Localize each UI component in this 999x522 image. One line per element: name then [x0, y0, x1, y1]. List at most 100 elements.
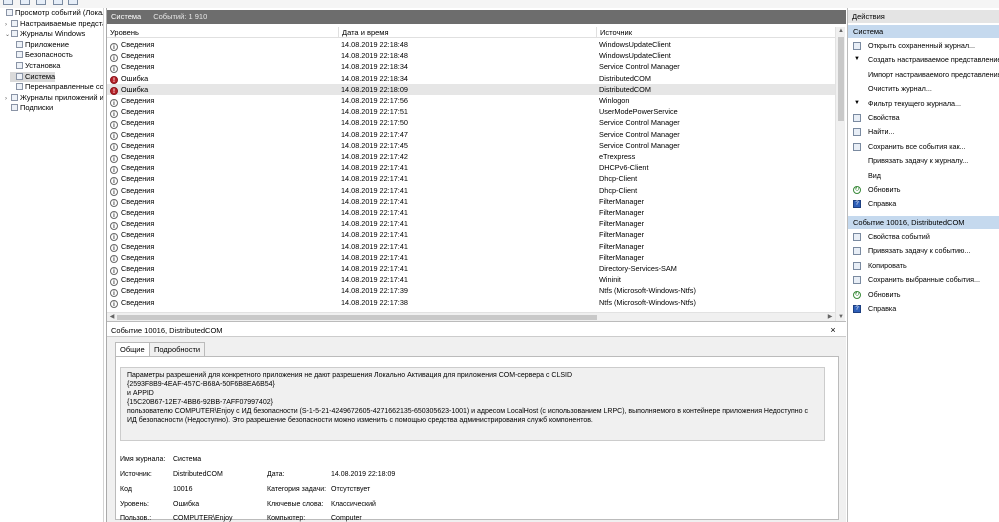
scroll-thumb[interactable]: [838, 37, 844, 121]
column-level[interactable]: Уровень: [107, 27, 339, 38]
tree-item[interactable]: Перенаправленные события: [10, 82, 103, 92]
back-icon[interactable]: [3, 0, 13, 5]
scroll-left-icon[interactable]: ◀: [107, 313, 117, 321]
source-cell: FilterManager: [599, 252, 645, 262]
action-item[interactable]: Сохранить все события как...: [848, 140, 999, 154]
action-item[interactable]: ? Справка: [848, 197, 999, 211]
tab-general[interactable]: Общие: [115, 342, 150, 357]
scroll-up-icon[interactable]: ▲: [836, 27, 846, 36]
navigation-tree: Просмотр событий (Локальный)›Настраиваем…: [0, 8, 104, 522]
folder-icon[interactable]: [20, 0, 30, 5]
scroll-down-icon[interactable]: ▼: [836, 313, 846, 321]
table-row[interactable]: i Сведения 14.08.2019 22:17:41 Dhcp-Client: [107, 173, 835, 185]
tree-item[interactable]: Просмотр событий (Локальный): [0, 8, 103, 18]
table-row[interactable]: i Сведения 14.08.2019 22:17:41 FilterManage…: [107, 196, 835, 208]
horizontal-scrollbar[interactable]: ◀ ▶: [107, 312, 835, 321]
table-row[interactable]: i Сведения 14.08.2019 22:17:56 Winlogon: [107, 95, 835, 107]
table-row[interactable]: i Сведения 14.08.2019 22:17:41 FilterManage…: [107, 229, 835, 241]
tree-item[interactable]: Подписки: [5, 103, 53, 113]
action-item[interactable]: Копировать: [848, 259, 999, 273]
action-item[interactable]: Найти...: [848, 125, 999, 139]
table-row[interactable]: i Сведения 14.08.2019 22:17:42 eTrexpress: [107, 151, 835, 163]
action-item[interactable]: Привязать задачу к журналу...: [848, 154, 999, 168]
action-item[interactable]: Свойства событий: [848, 230, 999, 244]
source-cell: FilterManager: [599, 219, 645, 229]
tree-item[interactable]: ⌄ Журналы Windows: [5, 29, 85, 39]
tree-view-icon[interactable]: [36, 0, 46, 5]
table-row[interactable]: i Сведения 14.08.2019 22:17:41 FilterManage…: [107, 252, 835, 264]
event-id-label: Код: [120, 486, 132, 493]
log-icon: [16, 83, 23, 91]
action-item[interactable]: ▼ Создать настраиваемое представление...: [848, 53, 999, 67]
hscroll-thumb[interactable]: [117, 315, 597, 320]
level-cell: ! Ошибка: [107, 84, 339, 96]
action-item[interactable]: Вид: [848, 169, 999, 183]
source-cell: DistributedCOM: [599, 84, 651, 94]
action-item[interactable]: Очистить журнал...: [848, 82, 999, 96]
event-message[interactable]: Параметры разрешений для конкретного при…: [120, 367, 825, 441]
source-cell: DHCPv6-Client: [599, 163, 649, 173]
level-text: Сведения: [121, 51, 155, 61]
table-row[interactable]: ! Ошибка 14.08.2019 22:18:09 DistributedCOM: [107, 83, 835, 96]
help-toolbar-icon[interactable]: [53, 0, 63, 5]
tab-details[interactable]: Подробности: [149, 342, 206, 356]
panel-icon[interactable]: [68, 0, 78, 5]
tree-item[interactable]: ›Журналы приложений и служб: [5, 93, 103, 103]
level-text: Сведения: [121, 241, 155, 251]
help-icon: ?: [853, 200, 861, 209]
table-row[interactable]: i Сведения 14.08.2019 22:18:34 Service Cont…: [107, 61, 835, 73]
table-row[interactable]: i Сведения 14.08.2019 22:17:41 Directory-Se…: [107, 263, 835, 275]
column-datetime[interactable]: Дата и время: [339, 27, 597, 38]
source-cell: Directory-Services-SAM: [599, 264, 677, 273]
vertical-scrollbar[interactable]: ▲ ▼: [835, 27, 846, 321]
message-line: {2593F8B9-4EAF-457C-B68A-50F6B8EA6B54}: [127, 381, 275, 388]
tree-item[interactable]: ›Настраиваемые представления: [5, 19, 103, 29]
action-item[interactable]: Сохранить выбранные события...: [848, 273, 999, 287]
table-row[interactable]: i Сведения 14.08.2019 22:17:38 Ntfs (Micros…: [107, 297, 835, 309]
level-text: Сведения: [121, 174, 155, 184]
table-row[interactable]: ! Ошибка 14.08.2019 22:18:34 DistributedCOM: [107, 73, 835, 85]
action-item[interactable]: ? Справка: [848, 302, 999, 316]
table-row[interactable]: i Сведения 14.08.2019 22:17:41 FilterManage…: [107, 241, 835, 253]
action-item[interactable]: ▼ Фильтр текущего журнала...: [848, 97, 999, 111]
table-row[interactable]: i Сведения 14.08.2019 22:17:41 DHCPv6-Clien…: [107, 162, 835, 174]
action-item[interactable]: Импорт настраиваемого представления...: [848, 68, 999, 82]
action-item[interactable]: ↻ Обновить: [848, 183, 999, 197]
scroll-right-icon[interactable]: ▶: [825, 313, 835, 321]
info-icon: i: [110, 300, 118, 309]
filter-icon: ▼: [854, 99, 860, 106]
level-cell: i Сведения: [107, 229, 339, 241]
datetime-cell: 14.08.2019 22:18:09: [341, 84, 408, 94]
log-name-value: Система: [173, 456, 202, 463]
datetime-cell: 14.08.2019 22:17:41: [341, 219, 408, 229]
source-cell: eTrexpress: [599, 152, 636, 161]
table-row[interactable]: i Сведения 14.08.2019 22:17:41 FilterManage…: [107, 218, 835, 230]
table-header: Уровень Дата и время Источник: [107, 27, 835, 38]
action-item[interactable]: Привязать задачу к событию...: [848, 244, 999, 258]
table-row[interactable]: i Сведения 14.08.2019 22:17:45 Service Cont…: [107, 140, 835, 152]
table-row[interactable]: i Сведения 14.08.2019 22:17:41 Dhcp-Client: [107, 185, 835, 197]
action-label: Привязать задачу к событию...: [868, 246, 971, 256]
table-row[interactable]: i Сведения 14.08.2019 22:17:50 Service Cont…: [107, 117, 835, 129]
actions-section-header[interactable]: Система: [848, 25, 999, 38]
table-row[interactable]: i Сведения 14.08.2019 22:17:39 Ntfs (Micros…: [107, 285, 835, 297]
tree-item[interactable]: Безопасность: [10, 50, 73, 60]
table-row[interactable]: i Сведения 14.08.2019 22:17:41 FilterManage…: [107, 207, 835, 219]
tree-item[interactable]: Система: [10, 71, 56, 82]
detail-title-text: Событие 10016, DistributedCOM: [111, 326, 223, 335]
tree-item[interactable]: Установка: [10, 61, 60, 71]
action-item[interactable]: Свойства: [848, 111, 999, 125]
action-item[interactable]: Открыть сохраненный журнал...: [848, 39, 999, 53]
actions-section-header[interactable]: Событие 10016, DistributedCOM: [848, 216, 999, 229]
action-item[interactable]: ↻ Обновить: [848, 288, 999, 302]
table-row[interactable]: i Сведения 14.08.2019 22:18:48 WindowsUpdat…: [107, 39, 835, 51]
close-icon[interactable]: ×: [828, 324, 838, 337]
table-row[interactable]: i Сведения 14.08.2019 22:17:47 Service Cont…: [107, 129, 835, 141]
action-label: Открыть сохраненный журнал...: [868, 41, 976, 50]
copy-icon: [853, 261, 861, 270]
table-row[interactable]: i Сведения 14.08.2019 22:18:48 WindowsUpdat…: [107, 50, 835, 62]
tree-item[interactable]: Приложение: [10, 40, 69, 50]
table-row[interactable]: i Сведения 14.08.2019 22:17:41 Wininit: [107, 274, 835, 286]
table-row[interactable]: i Сведения 14.08.2019 22:17:51 UserModePowe…: [107, 106, 835, 118]
column-source[interactable]: Источник: [597, 27, 835, 38]
